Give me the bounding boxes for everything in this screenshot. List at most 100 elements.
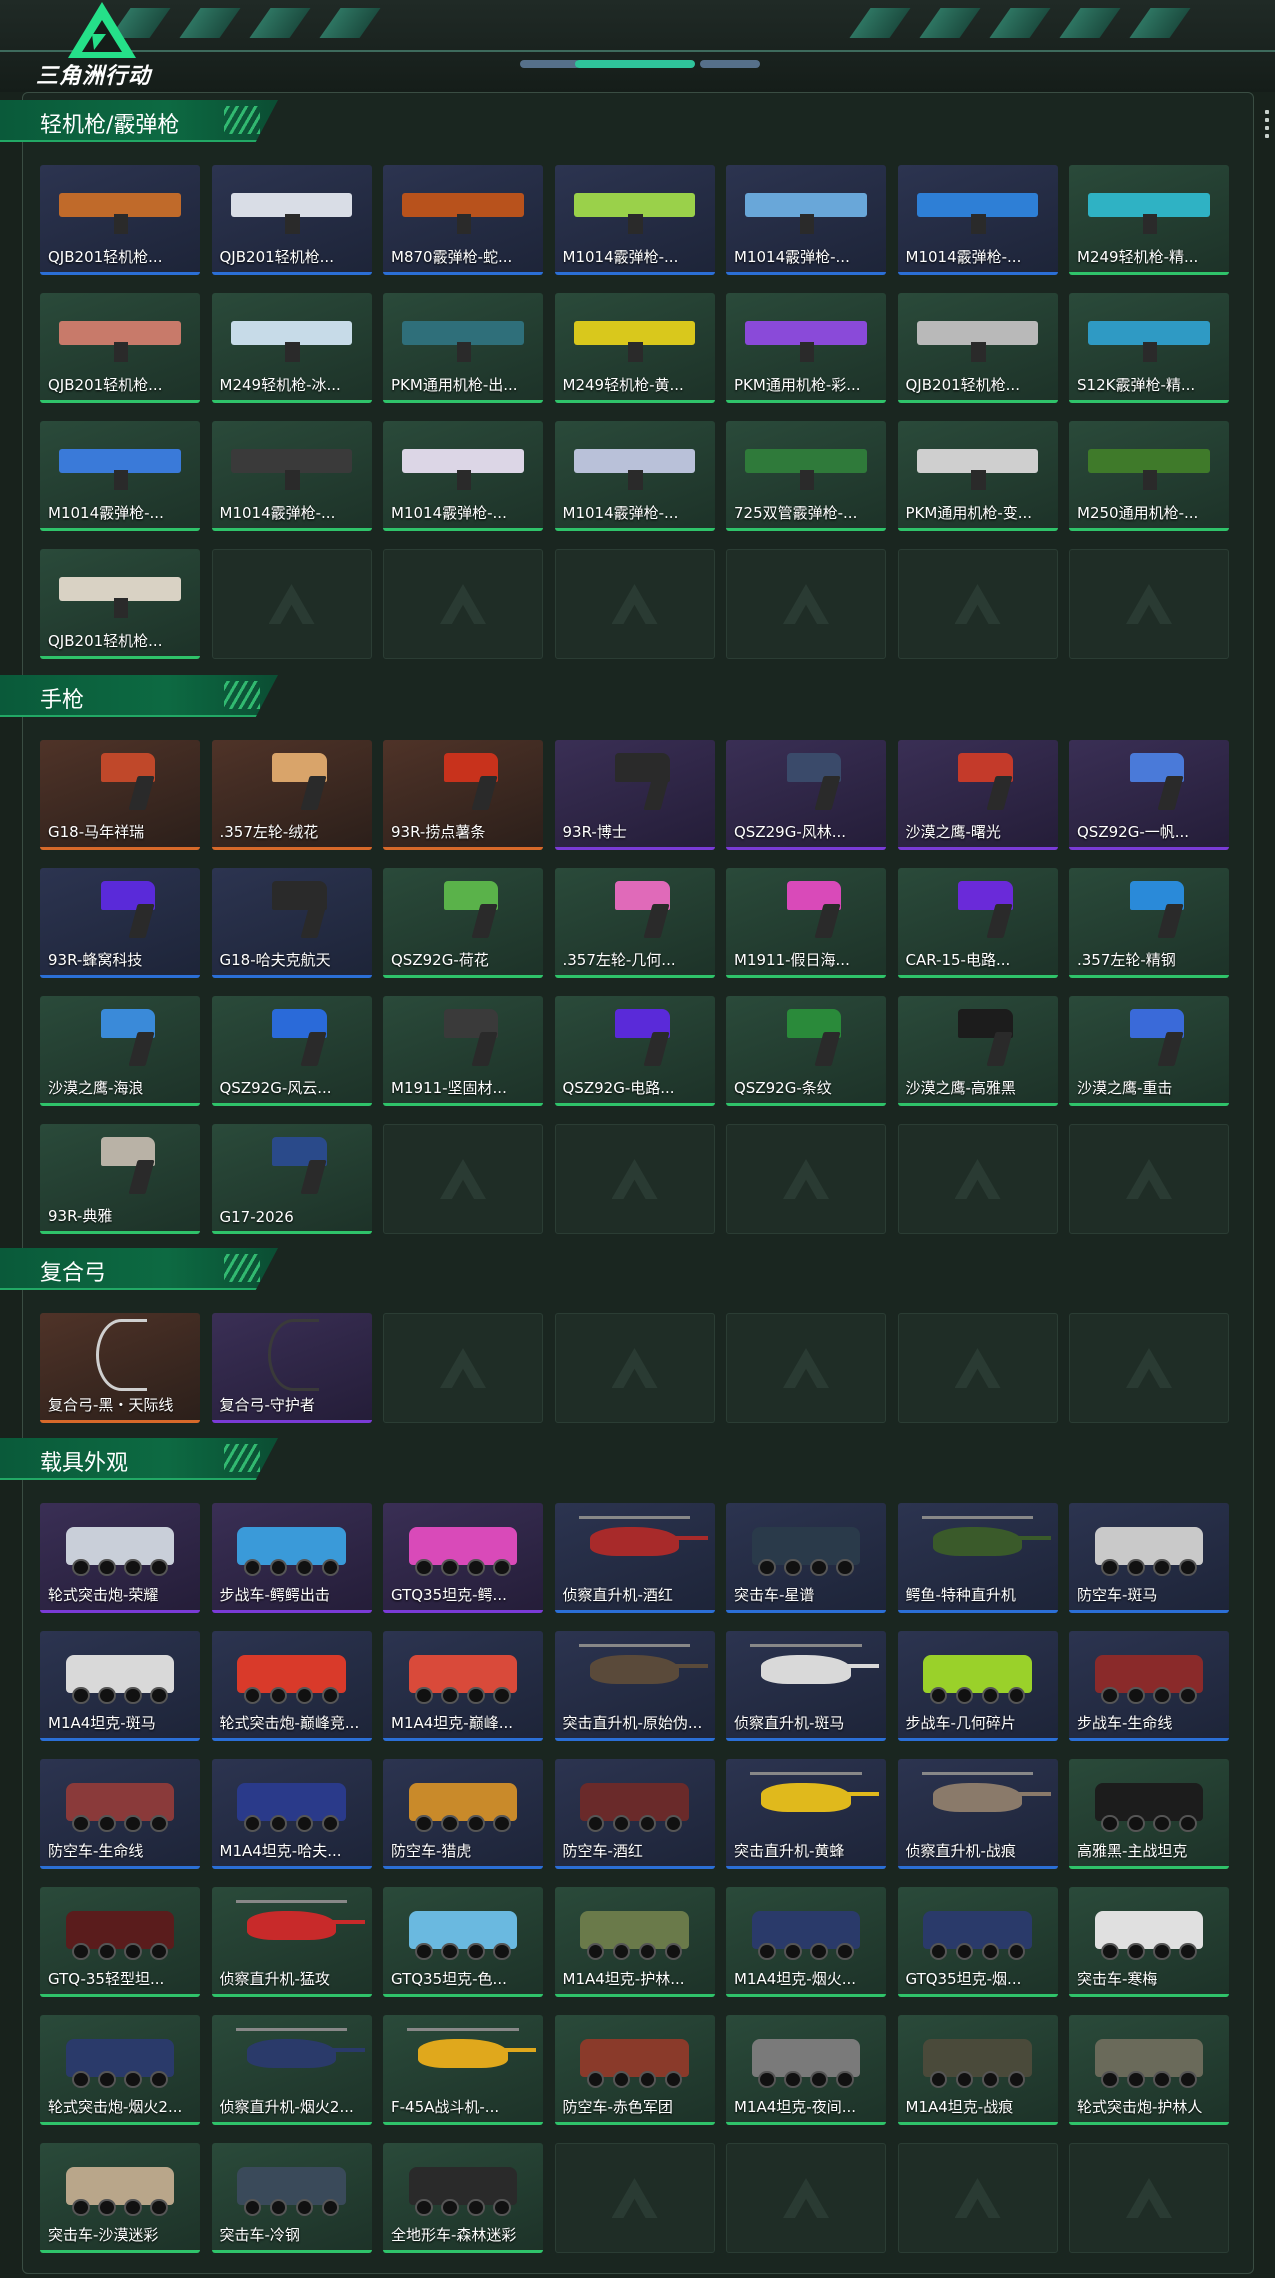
item-card[interactable]: 突击直升机-黄蜂 [726, 1759, 886, 1869]
item-card[interactable]: QJB201轻机枪... [211, 165, 372, 275]
rotor [578, 1515, 691, 1519]
item-card[interactable]: M1A4坦克-巅峰... [383, 1631, 543, 1741]
item-card[interactable]: G17-2026 [211, 1124, 372, 1234]
wheel [415, 1558, 433, 1576]
item-card[interactable]: PKM通用机枪-出... [383, 293, 543, 403]
item-card[interactable]: 侦察直升机-战痕 [897, 1759, 1058, 1869]
item-card[interactable]: 全地形车-森林迷彩 [383, 2143, 543, 2253]
item-card[interactable]: 侦察直升机-猛攻 [211, 1887, 372, 1997]
item-card[interactable]: 突击车-冷钢 [211, 2143, 372, 2253]
wheel [1127, 1686, 1145, 1704]
item-card[interactable]: QSZ92G-条纹 [726, 996, 886, 1106]
item-name: QSZ29G-风林... [734, 823, 847, 841]
rarity-bar [897, 400, 1058, 403]
item-card[interactable]: 步战车-鳄鳄出击 [211, 1503, 372, 1613]
item-card[interactable]: 步战车-几何碎片 [897, 1631, 1058, 1741]
item-card[interactable]: QJB201轻机枪... [897, 293, 1058, 403]
item-card[interactable]: M249轻机枪-冰... [211, 293, 372, 403]
item-card[interactable]: GTQ-35轻型坦... [40, 1887, 200, 1997]
item-card[interactable]: QSZ92G-电路... [554, 996, 715, 1106]
item-card[interactable]: PKM通用机枪-变... [897, 421, 1058, 531]
helicopter-icon [407, 2027, 537, 2068]
item-card[interactable]: M1A4坦克-哈夫... [211, 1759, 372, 1869]
item-card[interactable]: QJB201轻机枪... [40, 549, 200, 659]
item-card[interactable]: 93R-蜂窝科技 [40, 868, 200, 978]
item-card[interactable]: 突击车-寒梅 [1069, 1887, 1229, 1997]
item-card[interactable]: M1014霰弹枪-... [554, 421, 715, 531]
item-card[interactable]: 突击直升机-原始伪... [554, 1631, 715, 1741]
item-name: PKM通用机枪-变... [905, 504, 1033, 522]
item-card[interactable]: QSZ92G-荷花 [383, 868, 543, 978]
item-card[interactable]: M1A4坦克-斑马 [40, 1631, 200, 1741]
item-card[interactable]: 侦察直升机-酒红 [554, 1503, 715, 1613]
item-card[interactable]: M1014霰弹枪-... [554, 165, 715, 275]
item-card[interactable]: 突击车-星谱 [726, 1503, 886, 1613]
item-card[interactable]: 轮式突击炮-烟火2... [40, 2015, 200, 2125]
item-card[interactable]: G18-马年祥瑞 [40, 740, 200, 850]
item-card[interactable]: M249轻机枪-黄... [554, 293, 715, 403]
item-card[interactable]: CAR-15-电路... [897, 868, 1058, 978]
item-card[interactable]: M250通用机枪-... [1069, 421, 1229, 531]
item-card[interactable]: 防空车-生命线 [40, 1759, 200, 1869]
item-card[interactable]: 步战车-生命线 [1069, 1631, 1229, 1741]
item-card[interactable]: 侦察直升机-烟火2... [211, 2015, 372, 2125]
item-card[interactable]: QJB201轻机枪... [40, 165, 200, 275]
item-card[interactable]: M1A4坦克-夜间... [726, 2015, 886, 2125]
item-card[interactable]: M249轻机枪-精... [1069, 165, 1229, 275]
item-card[interactable]: QSZ29G-风林... [726, 740, 886, 850]
item-card[interactable]: 725双管霰弹枪-... [726, 421, 886, 531]
item-card[interactable]: M1911-假日海... [726, 868, 886, 978]
item-card[interactable]: 沙漠之鹰-海浪 [40, 996, 200, 1106]
item-name: 高雅黑-主战坦克 [1077, 1842, 1188, 1860]
item-card[interactable]: 防空车-酒红 [554, 1759, 715, 1869]
rarity-bar [897, 975, 1058, 978]
item-card[interactable]: .357左轮-绒花 [211, 740, 372, 850]
item-card[interactable]: 复合弓-黑・天际线 [40, 1313, 200, 1423]
item-card[interactable]: 沙漠之鹰-曙光 [897, 740, 1058, 850]
item-card[interactable]: 93R-博士 [554, 740, 715, 850]
item-card[interactable]: 沙漠之鹰-重击 [1069, 996, 1229, 1106]
item-card[interactable]: F-45A战斗机-... [383, 2015, 543, 2125]
item-card[interactable]: GTQ35坦克-烟... [897, 1887, 1058, 1997]
item-card[interactable]: 侦察直升机-斑马 [726, 1631, 886, 1741]
item-card[interactable]: 沙漠之鹰-高雅黑 [897, 996, 1058, 1106]
item-card[interactable]: .357左轮-几何... [554, 868, 715, 978]
item-card[interactable]: 轮式突击炮-荣耀 [40, 1503, 200, 1613]
item-card[interactable]: 突击车-沙漠迷彩 [40, 2143, 200, 2253]
item-card[interactable]: QJB201轻机枪... [40, 293, 200, 403]
item-card[interactable]: G18-哈夫克航天 [211, 868, 372, 978]
item-card[interactable]: .357左轮-精钢 [1069, 868, 1229, 978]
item-card[interactable]: 93R-典雅 [40, 1124, 200, 1234]
item-card[interactable]: M870霰弹枪-蛇... [383, 165, 543, 275]
item-card[interactable]: 轮式突击炮-巅峰竞... [211, 1631, 372, 1741]
item-card[interactable]: QSZ92G-风云... [211, 996, 372, 1106]
scrollbar[interactable] [1265, 110, 1269, 142]
item-card[interactable]: 高雅黑-主战坦克 [1069, 1759, 1229, 1869]
item-card[interactable]: 轮式突击炮-护林人 [1069, 2015, 1229, 2125]
item-card[interactable]: S12K霰弹枪-精... [1069, 293, 1229, 403]
item-card[interactable]: M1014霰弹枪-... [383, 421, 543, 531]
item-card[interactable]: M1014霰弹枪-... [211, 421, 372, 531]
item-card[interactable]: M1A4坦克-战痕 [897, 2015, 1058, 2125]
item-card[interactable]: M1014霰弹枪-... [40, 421, 200, 531]
item-card[interactable]: 防空车-赤色军团 [554, 2015, 715, 2125]
item-card[interactable]: 防空车-猎虎 [383, 1759, 543, 1869]
item-card[interactable]: GTQ35坦克-色... [383, 1887, 543, 1997]
item-card[interactable]: M1911-坚固材... [383, 996, 543, 1106]
item-card[interactable]: 防空车-斑马 [1069, 1503, 1229, 1613]
weapon-grip [113, 214, 129, 234]
rarity-bar [726, 1738, 886, 1741]
item-card[interactable]: GTQ35坦克-鳄... [383, 1503, 543, 1613]
item-card[interactable]: M1A4坦克-烟火... [726, 1887, 886, 1997]
rarity-bar [726, 1610, 886, 1613]
item-card[interactable]: M1014霰弹枪-... [897, 165, 1058, 275]
item-card[interactable]: PKM通用机枪-彩... [726, 293, 886, 403]
item-card[interactable]: M1A4坦克-护林... [554, 1887, 715, 1997]
item-card[interactable]: QSZ92G-一帆... [1069, 740, 1229, 850]
empty-slot [1069, 1124, 1229, 1234]
item-card[interactable]: 鳄鱼-特种直升机 [897, 1503, 1058, 1613]
item-card[interactable]: M1014霰弹枪-... [726, 165, 886, 275]
item-card[interactable]: 93R-捞点薯条 [383, 740, 543, 850]
item-name: 防空车-生命线 [48, 1842, 144, 1860]
item-card[interactable]: 复合弓-守护者 [211, 1313, 372, 1423]
